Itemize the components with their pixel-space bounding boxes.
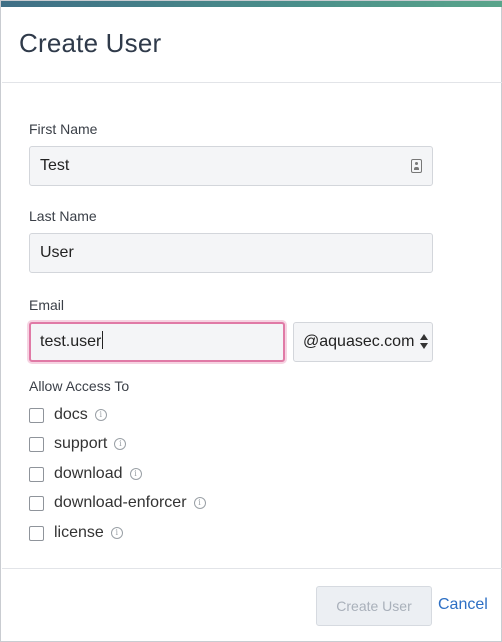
email-domain-value: @aquasec.com — [303, 333, 415, 350]
info-icon[interactable]: i — [110, 527, 123, 539]
license-checkbox[interactable] — [29, 525, 44, 541]
access-option-license: license i — [29, 522, 123, 544]
last-name-input[interactable]: User — [29, 233, 433, 273]
docs-checkbox[interactable] — [29, 407, 44, 423]
support-checkbox[interactable] — [29, 436, 44, 452]
first-name-input[interactable]: Test — [29, 146, 433, 186]
first-name-value: Test — [40, 157, 70, 174]
last-name-label: Last Name — [29, 208, 97, 224]
access-option-support: support i — [29, 433, 127, 455]
email-input[interactable]: test.user — [29, 322, 285, 362]
info-icon[interactable]: i — [94, 409, 107, 421]
docs-label: docs — [54, 406, 88, 423]
header-divider — [2, 82, 502, 83]
download-checkbox[interactable] — [29, 466, 44, 482]
email-value: test.user — [40, 333, 102, 350]
text-caret — [102, 331, 104, 349]
access-option-download: download i — [29, 463, 142, 485]
select-arrows-icon — [420, 334, 428, 350]
cancel-link[interactable]: Cancel — [438, 596, 488, 614]
info-icon[interactable]: i — [193, 497, 206, 509]
access-option-docs: docs i — [29, 404, 107, 426]
first-name-label: First Name — [29, 121, 98, 137]
info-icon[interactable]: i — [114, 438, 127, 450]
info-icon[interactable]: i — [129, 468, 142, 480]
create-user-button[interactable]: Create User — [316, 586, 432, 626]
top-accent-bar — [1, 1, 502, 7]
footer-divider — [2, 568, 502, 569]
email-domain-select[interactable]: @aquasec.com — [293, 322, 433, 362]
dialog-title: Create User — [19, 28, 162, 58]
support-label: support — [54, 435, 108, 452]
contact-card-icon[interactable] — [411, 159, 422, 173]
download-enforcer-label: download-enforcer — [54, 494, 187, 511]
create-user-dialog: Create User First Name Test Last Name Us… — [0, 0, 502, 642]
allow-access-label: Allow Access To — [29, 378, 130, 394]
access-option-download-enforcer: download-enforcer i — [29, 492, 206, 514]
download-label: download — [54, 465, 123, 482]
email-label: Email — [29, 297, 65, 313]
last-name-value: User — [40, 244, 74, 261]
license-label: license — [54, 524, 104, 541]
download-enforcer-checkbox[interactable] — [29, 495, 44, 511]
